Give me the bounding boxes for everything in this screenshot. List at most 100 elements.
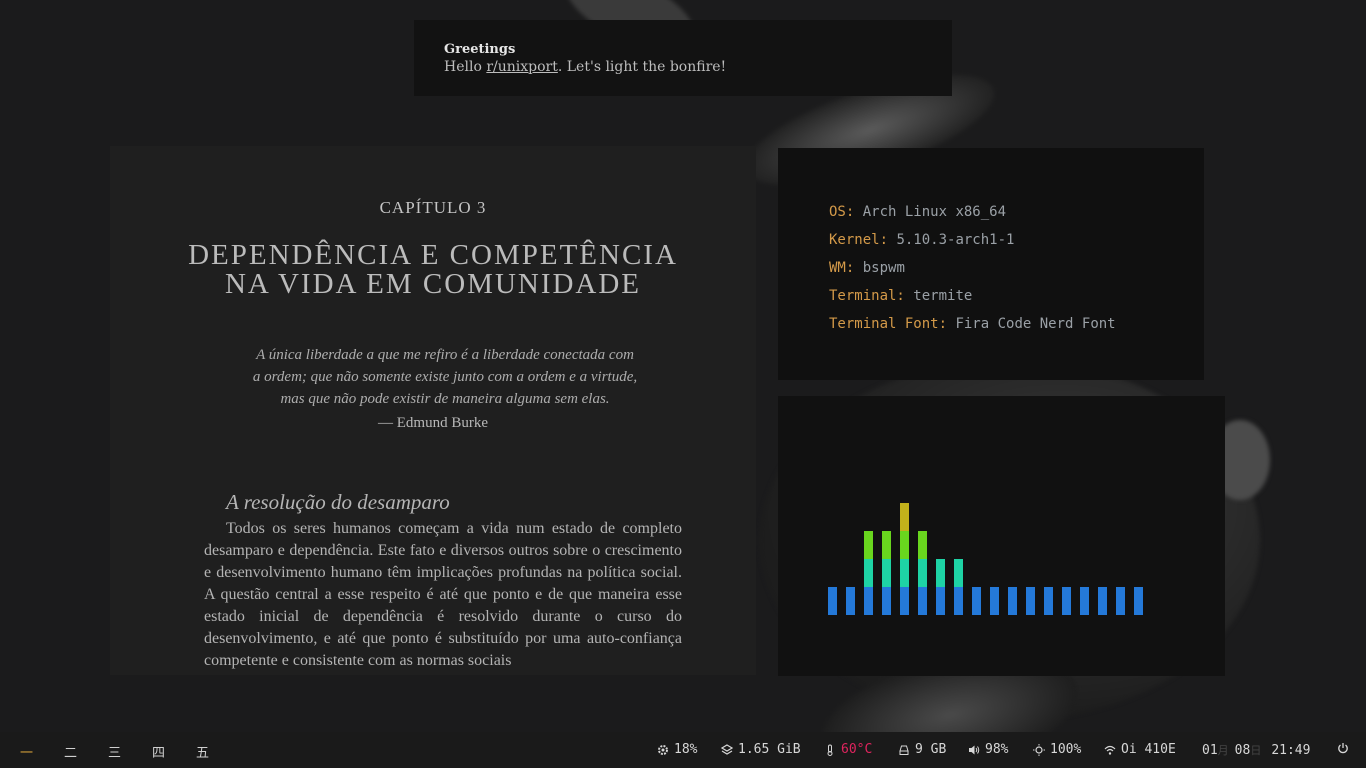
visualizer-bar-segment — [1062, 587, 1071, 615]
system-info-window[interactable]: OS: Arch Linux x86_64 Kernel: 5.10.3-arc… — [778, 148, 1204, 380]
chapter-title: DEPENDÊNCIA E COMPETÊNCIA NA VIDA EM COM… — [110, 241, 756, 299]
visualizer-bars — [828, 503, 1143, 615]
date-month: 01 — [1202, 742, 1218, 758]
brightness-icon — [1033, 743, 1045, 756]
wifi-module[interactable]: Oi 410E — [1104, 742, 1176, 757]
visualizer-bar-segment — [882, 587, 891, 615]
subreddit-link[interactable]: r/unixport — [486, 59, 558, 75]
visualizer-bar-segment — [1098, 587, 1107, 615]
visualizer-bar-segment — [1008, 587, 1017, 615]
workspace-1[interactable]: 一 — [20, 742, 33, 761]
visualizer-bar-segment — [864, 531, 873, 559]
sysinfo-value: termite — [913, 288, 973, 304]
visualizer-bar-segment — [828, 587, 837, 615]
quote-line-3: mas que não pode existir de maneira algu… — [280, 391, 610, 407]
notification-title: Greetings — [444, 42, 516, 57]
audio-visualizer-window[interactable] — [778, 396, 1225, 676]
visualizer-bar-segment — [900, 587, 909, 615]
brightness-value: 100% — [1050, 742, 1082, 757]
sysinfo-value: Arch Linux x86_64 — [862, 204, 1007, 220]
sysinfo-row-kernel: Kernel: 5.10.3-arch1-1 — [829, 232, 1014, 248]
speaker-icon — [969, 745, 980, 754]
volume-value: 98% — [985, 742, 1009, 757]
gear-icon — [658, 744, 668, 755]
visualizer-bar-segment — [918, 531, 927, 559]
temperature-value: 60°C — [841, 742, 873, 757]
clock-time: 21:49 — [1271, 742, 1311, 758]
disk-module[interactable]: 9 GB — [898, 742, 946, 757]
sysinfo-value: bspwm — [862, 260, 905, 276]
cpu-module[interactable]: 18% — [657, 742, 697, 757]
chapter-title-line-2: NA VIDA EM COMUNIDADE — [224, 268, 642, 300]
brightness-module[interactable]: 100% — [1033, 742, 1081, 757]
power-module[interactable] — [1337, 742, 1349, 754]
sysinfo-key: Kernel: — [829, 232, 889, 248]
date-time-module[interactable]: 01 月 08 日 21:49 — [1202, 742, 1310, 758]
sysinfo-value: Fira Code Nerd Font — [955, 316, 1116, 332]
visualizer-bar-segment — [1116, 587, 1125, 615]
visualizer-bar-segment — [954, 559, 963, 587]
sysinfo-row-wm: WM: bspwm — [829, 260, 905, 276]
memory-module[interactable]: 1.65 GiB — [721, 742, 801, 757]
sysinfo-key: Terminal: — [829, 288, 905, 304]
quote-author: — Edmund Burke — [378, 415, 488, 431]
visualizer-bar-segment — [972, 587, 981, 615]
visualizer-bar-segment — [918, 587, 927, 615]
thermometer-icon — [827, 744, 833, 756]
month-char: 月 — [1217, 744, 1229, 757]
workspace-3[interactable]: 三 — [108, 742, 121, 761]
sysinfo-key: Terminal Font: — [829, 316, 948, 332]
notification-message: Hello r/unixport. Let's light the bonfir… — [444, 59, 726, 75]
wifi-ssid: Oi 410E — [1121, 742, 1176, 757]
day-char: 日 — [1250, 744, 1262, 757]
body-paragraph: Todos os seres humanos começam a vida nu… — [204, 520, 682, 669]
chapter-title-line-1: DEPENDÊNCIA E COMPETÊNCIA — [188, 239, 678, 271]
visualizer-bar-segment — [882, 531, 891, 559]
workspace-4[interactable]: 四 — [152, 742, 165, 761]
sysinfo-row-terminal-font: Terminal Font: Fira Code Nerd Font — [829, 316, 1116, 332]
status-bar: 一 二 三 四 五 18% 1.65 GiB 60°C 9 GB 98% 100… — [0, 732, 1366, 768]
sysinfo-key: WM: — [829, 260, 855, 276]
visualizer-bar-segment — [846, 587, 855, 615]
sysinfo-key: OS: — [829, 204, 855, 220]
power-icon[interactable] — [1337, 742, 1349, 754]
notification-message-suffix: . Let's light the bonfire! — [557, 59, 727, 75]
visualizer-bar-segment — [918, 559, 927, 587]
layers-icon — [721, 743, 733, 755]
book-reader-window[interactable]: CAPÍTULO 3 DEPENDÊNCIA E COMPETÊNCIA NA … — [110, 146, 756, 675]
visualizer-bar-segment — [864, 587, 873, 615]
sysinfo-row-terminal: Terminal: termite — [829, 288, 972, 304]
visualizer-bar-segment — [900, 559, 909, 587]
visualizer-bar-segment — [1134, 587, 1143, 615]
visualizer-bar-segment — [864, 559, 873, 587]
notification[interactable]: Greetings Hello r/unixport. Let's light … — [414, 20, 952, 96]
visualizer-bar-segment — [1044, 587, 1053, 615]
sysinfo-row-os: OS: Arch Linux x86_64 — [829, 204, 1006, 220]
memory-value: 1.65 GiB — [738, 742, 801, 757]
sysinfo-value: 5.10.3-arch1-1 — [896, 232, 1015, 248]
visualizer-bar-segment — [900, 531, 909, 559]
workspace-2[interactable]: 二 — [64, 742, 77, 761]
visualizer-bar-segment — [1080, 587, 1089, 615]
wifi-icon — [1104, 745, 1116, 755]
visualizer-bar-segment — [900, 503, 909, 531]
volume-module[interactable]: 98% — [968, 742, 1008, 757]
quote-line-1: A única liberdade a que me refiro é a li… — [256, 347, 634, 363]
epigraph-quote: A única liberdade a que me refiro é a li… — [230, 344, 660, 410]
visualizer-bar-segment — [954, 587, 963, 615]
visualizer-bar-segment — [936, 587, 945, 615]
temperature-module[interactable]: 60°C — [824, 742, 872, 757]
visualizer-bar-segment — [882, 559, 891, 587]
visualizer-bar-segment — [936, 559, 945, 587]
notification-message-prefix: Hello — [444, 59, 487, 75]
date-day: 08 — [1234, 742, 1251, 758]
cpu-value: 18% — [674, 742, 698, 757]
visualizer-bar-segment — [990, 587, 999, 615]
disk-value: 9 GB — [915, 742, 947, 757]
quote-line-2: a ordem; que não somente existe junto co… — [252, 369, 638, 385]
visualizer-bar-segment — [1026, 587, 1035, 615]
hard-drive-icon — [899, 745, 909, 755]
section-title: A resolução do desamparo — [226, 490, 450, 514]
workspace-5[interactable]: 五 — [196, 742, 209, 761]
chapter-label: CAPÍTULO 3 — [379, 198, 487, 217]
